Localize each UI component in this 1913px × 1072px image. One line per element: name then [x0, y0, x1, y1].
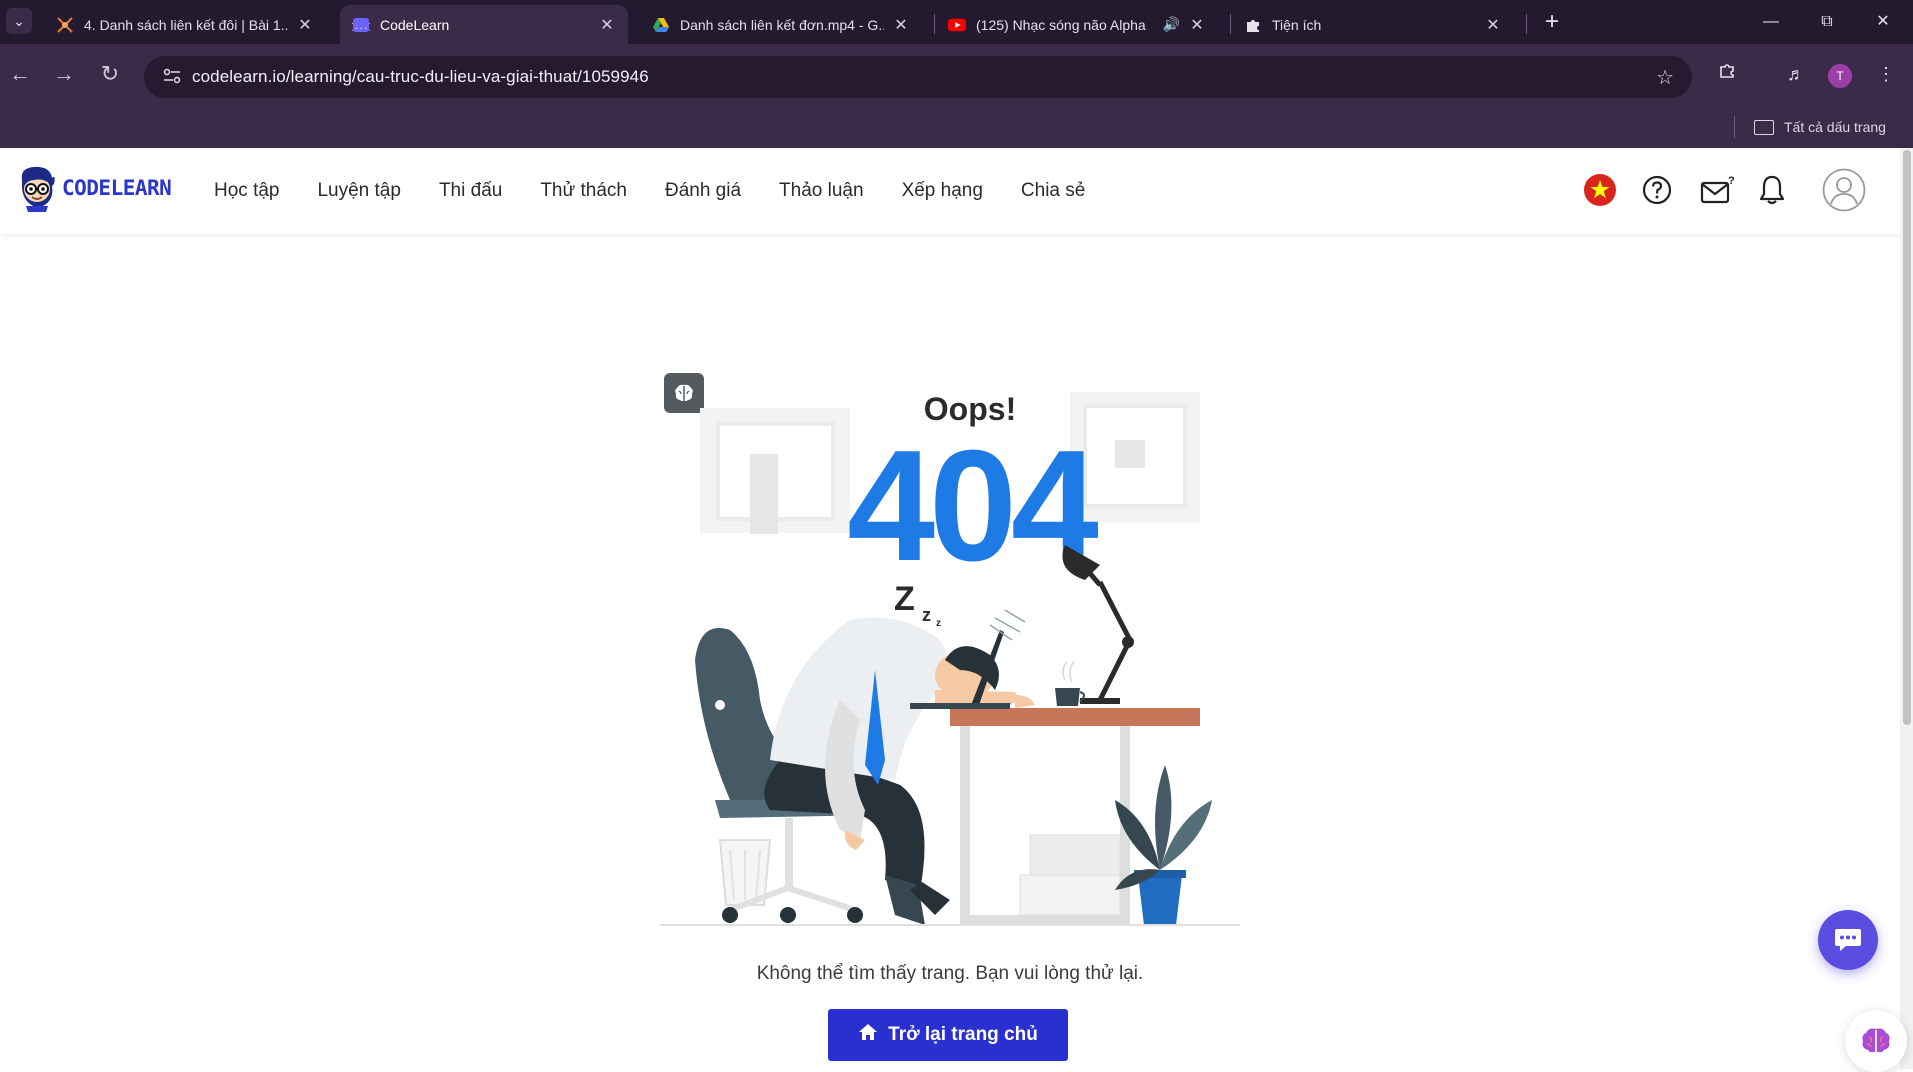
notification-bell-icon[interactable] — [1754, 172, 1790, 208]
site-header: CODELEARN Học tập Luyện tập Thi đấu Thử … — [0, 148, 1900, 234]
snore-z-medium: z — [922, 605, 931, 625]
home-icon — [858, 1023, 878, 1047]
chat-bubble-button[interactable] — [1818, 910, 1878, 970]
error-message: Không thể tìm thấy trang. Bạn vui lòng t… — [756, 963, 1144, 984]
tab-title: 4. Danh sách liên kết đôi | Bài 1... — [84, 16, 288, 33]
sleeping-404-illustration: Oops! 404 Z z z — [660, 391, 1240, 926]
nav-thu-thach[interactable]: Thử thách — [540, 180, 627, 202]
chat-icon — [1835, 929, 1861, 951]
tab-strip: ⌄ 4. Danh sách liên kết đôi | Bài 1... ✕… — [0, 0, 1913, 44]
error-code-text: 404 — [847, 418, 1099, 594]
menu-dots-icon[interactable]: ⋮ — [1870, 58, 1902, 90]
site-info-icon[interactable] — [152, 68, 192, 87]
codelearn-tab-icon: {...} — [352, 16, 370, 34]
speaker-icon[interactable]: 🔊 — [1163, 16, 1180, 33]
window-close-icon[interactable]: ✕ — [1868, 8, 1898, 36]
svg-text:?: ? — [1728, 175, 1734, 187]
nav-chia-se[interactable]: Chia sẻ — [1021, 180, 1085, 202]
tab-extensions[interactable]: Tiện ích ✕ — [1232, 5, 1514, 44]
tab-title: CodeLearn — [380, 16, 450, 33]
tab-title: Tiện ích — [1272, 16, 1322, 33]
logo-wordmark: CODELEARN — [62, 176, 172, 200]
new-tab-plus-icon[interactable]: + — [1538, 8, 1566, 36]
browser-chrome: ⌄ 4. Danh sách liên kết đôi | Bài 1... ✕… — [0, 0, 1913, 148]
nav-xep-hang[interactable]: Xếp hạng — [902, 180, 983, 202]
close-icon[interactable]: ✕ — [598, 15, 616, 35]
user-avatar-icon[interactable] — [1822, 168, 1866, 212]
tab-separator — [1230, 14, 1231, 34]
close-icon[interactable]: ✕ — [1484, 15, 1502, 35]
close-icon[interactable]: ✕ — [892, 15, 910, 35]
nav-hoc-tap[interactable]: Học tập — [214, 180, 279, 202]
tab-search-chevron-icon[interactable]: ⌄ — [6, 8, 32, 34]
tab-google-drive[interactable]: Danh sách liên kết đơn.mp4 - G... ✕ — [640, 5, 922, 44]
bookmark-star-icon[interactable]: ☆ — [1656, 65, 1674, 90]
all-bookmarks-label: Tất cả dấu trang — [1784, 119, 1886, 135]
bookmarks-bar: Tất cả dấu trang — [0, 106, 1913, 148]
browser-toolbar: ← → ↻ codelearn.io/learning/cau-truc-du-… — [0, 44, 1913, 106]
restore-icon[interactable]: ⧉ — [1812, 8, 1842, 36]
youtube-icon — [948, 16, 966, 34]
profile-avatar[interactable]: T — [1828, 64, 1852, 88]
vietnam-flag-icon[interactable] — [1582, 172, 1618, 208]
main-nav: Học tập Luyện tập Thi đấu Thử thách Đánh… — [214, 148, 1123, 234]
svg-text:{...}: {...} — [352, 22, 370, 31]
all-bookmarks-button[interactable]: Tất cả dấu trang — [1754, 116, 1886, 138]
minimize-icon[interactable]: — — [1756, 8, 1786, 36]
back-to-home-button[interactable]: Trở lại trang chủ — [828, 1009, 1068, 1061]
extensions-icon[interactable] — [1712, 58, 1744, 90]
url-text: codelearn.io/learning/cau-truc-du-lieu-v… — [192, 67, 649, 86]
mascot-icon — [21, 166, 55, 212]
ai-assistant-button[interactable] — [1845, 1010, 1907, 1072]
codelearn-lesson-icon — [56, 16, 74, 34]
help-icon[interactable] — [1639, 172, 1675, 208]
close-icon[interactable]: ✕ — [1188, 15, 1206, 35]
media-queue-icon[interactable]: ♬ — [1780, 58, 1812, 90]
tab-title: (125) Nhạc sóng não Alpha — [976, 16, 1146, 33]
desk-lamp-icon — [1062, 545, 1134, 704]
back-to-home-label: Trở lại trang chủ — [888, 1024, 1038, 1045]
tab-codelearn[interactable]: {...} CodeLearn ✕ — [340, 5, 628, 44]
snore-z-large: Z — [894, 580, 915, 618]
tab-separator — [934, 14, 935, 34]
tab-lesson[interactable]: 4. Danh sách liên kết đôi | Bài 1... ✕ — [44, 5, 326, 44]
messages-icon[interactable]: ? — [1699, 172, 1735, 208]
nav-thao-luan[interactable]: Thảo luận — [779, 180, 864, 202]
folder-icon — [1754, 119, 1774, 135]
tab-youtube[interactable]: (125) Nhạc sóng não Alpha 🔊 ✕ — [936, 5, 1218, 44]
tab-separator — [1526, 14, 1527, 34]
google-drive-icon — [652, 16, 670, 34]
back-arrow-icon[interactable]: ← — [4, 58, 36, 90]
puzzle-icon — [1244, 16, 1262, 34]
nav-danh-gia[interactable]: Đánh giá — [665, 180, 741, 202]
close-icon[interactable]: ✕ — [296, 15, 314, 35]
forward-arrow-icon[interactable]: → — [48, 58, 80, 90]
reload-icon[interactable]: ↻ — [94, 58, 126, 90]
nav-luyen-tap[interactable]: Luyện tập — [317, 180, 400, 202]
bookmarks-separator — [1734, 116, 1735, 138]
nav-thi-dau[interactable]: Thi đấu — [439, 180, 502, 202]
address-bar[interactable]: codelearn.io/learning/cau-truc-du-lieu-v… — [144, 56, 1692, 98]
codelearn-logo[interactable]: CODELEARN — [16, 164, 172, 212]
tab-title: Danh sách liên kết đơn.mp4 - G... — [680, 16, 884, 33]
scrollbar-thumb[interactable] — [1903, 150, 1911, 725]
snore-z-small: z — [936, 618, 941, 629]
brain-icon — [1862, 1028, 1890, 1053]
